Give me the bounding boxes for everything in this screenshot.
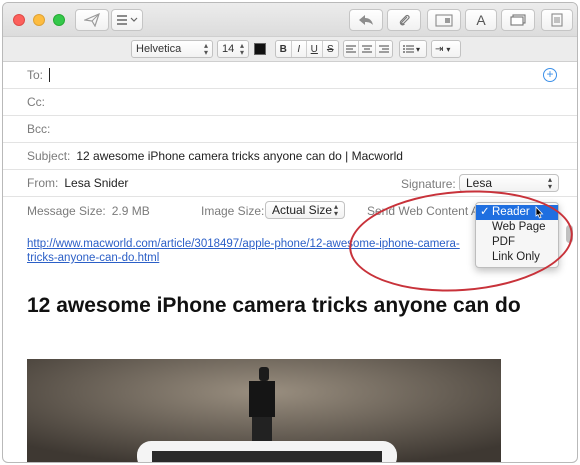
article-link[interactable]: http://www.macworld.com/article/3018497/… [27, 237, 487, 265]
attach-button[interactable] [387, 9, 421, 31]
format-bar-button[interactable] [501, 9, 535, 31]
chevron-down-icon: ▾ [446, 44, 451, 54]
underline-button[interactable]: U [307, 41, 323, 57]
to-field[interactable]: To: + [3, 62, 577, 89]
select-arrows-icon: ▴ ▾ [547, 175, 552, 191]
bullet-list-icon [403, 45, 414, 53]
checkmark-icon: ✓ [480, 206, 490, 218]
cc-field[interactable]: Cc: [3, 89, 577, 116]
align-center-icon [362, 45, 373, 53]
subject-field[interactable]: Subject: 12 awesome iPhone camera tricks… [3, 143, 577, 170]
signature-value: Lesa [466, 176, 493, 190]
window-icon [510, 14, 526, 26]
align-right-button[interactable] [376, 41, 392, 57]
from-value[interactable]: Lesa Snider [64, 176, 128, 190]
from-label: From: [27, 176, 59, 190]
send-web-content-menu: ✓ Reader Web Page PDF Link Only [475, 202, 559, 268]
font-size-value: 14 [222, 43, 235, 55]
chevron-down-icon: ▾ [416, 44, 421, 54]
signature-select[interactable]: Lesa ▴ ▾ [459, 174, 559, 192]
bold-button[interactable]: B [276, 41, 292, 57]
select-arrows-icon: ▴ ▾ [333, 202, 338, 218]
bcc-label: Bcc: [27, 122, 51, 136]
mail-compose-window: A Helvetica ▴ ▾ 14 ▴ ▾ B I U S ▾ ⇥ ▾ To:… [2, 2, 578, 463]
list-style-select[interactable]: ▾ [399, 40, 427, 58]
photo-browser-button[interactable] [427, 9, 461, 31]
fonts-button[interactable]: A [465, 9, 497, 31]
message-size-label: Message Size: [27, 203, 106, 218]
mouse-pointer-icon [535, 206, 544, 219]
font-family-value: Helvetica [136, 43, 182, 55]
font-family-select[interactable]: Helvetica ▴ ▾ [131, 40, 213, 58]
indent-select[interactable]: ⇥ ▾ [431, 40, 461, 58]
menu-item-link-only[interactable]: Link Only [476, 250, 558, 265]
menu-item-label: Reader [492, 206, 530, 218]
send-button[interactable] [75, 9, 109, 31]
text-style-segmented-control: B I U S [275, 40, 339, 58]
menu-item-label: Link Only [492, 251, 540, 263]
bcc-field[interactable]: Bcc: [3, 116, 577, 143]
subject-label: Subject: [27, 149, 71, 163]
select-arrows-icon: ▴ ▾ [203, 41, 208, 57]
article-photo [27, 359, 501, 462]
font-size-select[interactable]: 14 ▴ ▾ [217, 40, 249, 58]
italic-button[interactable]: I [292, 41, 308, 57]
format-bar: Helvetica ▴ ▾ 14 ▴ ▾ B I U S ▾ ⇥ ▾ [3, 37, 577, 62]
list-icon [116, 14, 138, 26]
reply-button[interactable] [349, 9, 383, 31]
image-size-value: Actual Size [272, 203, 333, 217]
stationery-icon [551, 13, 563, 27]
scrollbar[interactable] [566, 225, 573, 243]
add-contact-button[interactable]: + [543, 68, 557, 82]
send-web-content-label: Send Web Content As [367, 204, 485, 218]
close-window-button[interactable] [13, 14, 25, 26]
select-arrows-icon: ▴ ▾ [239, 41, 244, 57]
align-center-button[interactable] [359, 41, 376, 57]
header-fields-menu-button[interactable] [111, 9, 143, 31]
plus-icon: + [546, 67, 554, 81]
message-size-value: 2.9 MB [111, 203, 150, 218]
cc-label: Cc: [27, 95, 45, 109]
align-right-icon [378, 45, 389, 53]
align-left-icon [346, 45, 357, 53]
zoom-window-button[interactable] [53, 14, 65, 26]
toolbar: A [3, 3, 577, 37]
subject-value[interactable]: 12 awesome iPhone camera tricks anyone c… [76, 149, 403, 163]
text-color-swatch[interactable] [254, 43, 266, 55]
stationery-button[interactable] [541, 9, 573, 31]
paperclip-icon [398, 12, 410, 28]
reply-icon [358, 14, 374, 26]
article-headline: 12 awesome iPhone camera tricks anyone c… [27, 294, 521, 317]
align-left-button[interactable] [344, 41, 360, 57]
menu-item-pdf[interactable]: PDF [476, 235, 558, 250]
image-size-label: Image Size: [201, 204, 265, 218]
menu-item-web-page[interactable]: Web Page [476, 220, 558, 235]
signature-label: Signature: [401, 177, 456, 191]
strikethrough-button[interactable]: S [323, 41, 338, 57]
send-icon [84, 13, 100, 27]
minimize-window-button[interactable] [33, 14, 45, 26]
text-caret [49, 68, 51, 82]
to-label: To: [27, 68, 44, 82]
from-row: From: Lesa Snider Signature: Lesa ▴ ▾ [3, 170, 577, 197]
image-size-select[interactable]: Actual Size ▴ ▾ [265, 201, 345, 219]
menu-item-label: PDF [492, 236, 515, 248]
alignment-segmented-control [343, 40, 393, 58]
menu-item-label: Web Page [492, 221, 546, 233]
fonts-icon: A [476, 12, 486, 28]
menu-item-reader[interactable]: ✓ Reader [476, 205, 558, 220]
indent-icon: ⇥ [435, 43, 444, 55]
photo-browser-icon [435, 13, 453, 27]
